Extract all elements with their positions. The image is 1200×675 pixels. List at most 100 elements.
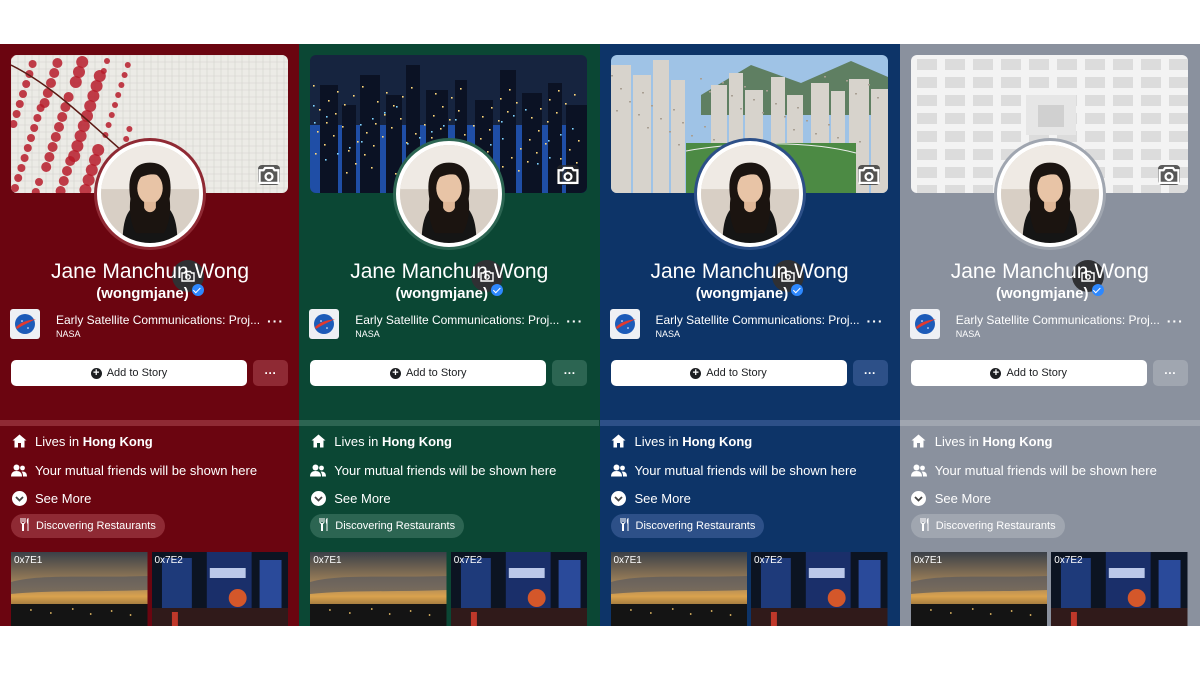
profile-panel-blue: Jane Manchun Wong (wongmjane) Early Sate… (599, 44, 900, 626)
profile-music[interactable]: Early Satellite Communications: Proj... … (909, 309, 1190, 341)
lives-in-row[interactable]: Lives in Hong Kong (911, 433, 1053, 449)
avatar[interactable] (696, 141, 803, 247)
add-to-story-label: Add to Story (405, 367, 467, 379)
add-to-story-button[interactable]: + Add to Story (610, 360, 847, 386)
hobby-chip[interactable]: Discovering Restaurants (910, 514, 1065, 538)
verified-badge-icon (191, 284, 204, 296)
lives-in-city: Hong Kong (82, 433, 153, 449)
lives-in-row[interactable]: Lives in Hong Kong (611, 433, 753, 449)
profile-name: Jane Manchun Wong (50, 260, 250, 283)
home-icon (611, 433, 627, 449)
see-more-button[interactable]: See More (11, 490, 91, 506)
cover-camera-icon[interactable] (557, 165, 580, 185)
chevron-down-icon (611, 490, 627, 506)
profile-name: Jane Manchun Wong (950, 260, 1149, 283)
profile-music[interactable]: Early Satellite Communications: Proj... … (10, 309, 290, 341)
see-more-label: See More (35, 490, 92, 506)
music-title: Early Satellite Communications: Proj... (655, 313, 860, 327)
section-divider (0, 420, 300, 426)
profile-more-button[interactable]: ··· (552, 360, 588, 386)
music-more-button[interactable]: ··· (267, 313, 284, 329)
mutual-friends-text: Your mutual friends will be shown here (934, 462, 1157, 478)
music-more-button[interactable]: ··· (566, 313, 583, 329)
nasa-logo (309, 309, 340, 339)
music-more-button[interactable]: ··· (1167, 313, 1184, 329)
photos-row: 0x7E1 0x7E2 (610, 552, 888, 626)
lives-in-row[interactable]: Lives in Hong Kong (11, 433, 153, 449)
photo-label: 0x7E2 (754, 555, 783, 566)
photos-row: 0x7E1 0x7E2 (910, 552, 1188, 626)
add-to-story-button[interactable]: + Add to Story (910, 360, 1147, 386)
lives-in-label: Lives in (634, 433, 683, 449)
plus-icon: + (690, 367, 702, 379)
photo-thumbnail[interactable]: 0x7E1 (610, 552, 747, 626)
mutual-friends-text: Your mutual friends will be shown here (634, 462, 857, 478)
profile-panel-green: Jane Manchun Wong (wongmjane) Early Sate… (299, 44, 600, 626)
photo-thumbnail[interactable]: 0x7E2 (450, 552, 588, 626)
photo-thumbnail[interactable]: 0x7E1 (310, 552, 447, 626)
add-to-story-label: Add to Story (1006, 367, 1068, 379)
see-more-button[interactable]: See More (911, 490, 991, 506)
profile-more-button[interactable]: ··· (253, 360, 288, 386)
see-more-button[interactable]: See More (310, 490, 391, 506)
avatar[interactable] (97, 141, 203, 247)
verified-badge-icon (1091, 284, 1104, 296)
lives-in-label: Lives in (35, 433, 83, 449)
cover-camera-icon[interactable] (857, 165, 880, 185)
add-to-story-button[interactable]: + Add to Story (11, 360, 247, 386)
photo-label: 0x7E2 (1054, 555, 1083, 566)
hobby-label: Discovering Restaurants (36, 520, 156, 532)
avatar[interactable] (396, 141, 503, 247)
utensils-icon (319, 518, 329, 534)
lives-in-row[interactable]: Lives in Hong Kong (310, 433, 452, 449)
see-more-label: See More (334, 490, 391, 506)
home-icon (310, 433, 326, 449)
nasa-logo (609, 309, 640, 339)
photo-label: 0x7E1 (14, 555, 43, 566)
photo-label: 0x7E1 (613, 555, 642, 566)
photo-label: 0x7E1 (913, 555, 943, 566)
photo-thumbnail[interactable]: 0x7E2 (151, 552, 288, 626)
verified-badge-icon (491, 284, 503, 296)
photo-thumbnail[interactable]: 0x7E1 (11, 552, 148, 626)
music-title: Early Satellite Communications: Proj... (56, 313, 261, 327)
nasa-logo (909, 309, 940, 339)
verified-badge-icon (791, 284, 804, 296)
mutual-friends-text: Your mutual friends will be shown here (35, 462, 258, 478)
add-to-story-label: Add to Story (106, 367, 168, 379)
photos-row: 0x7E1 0x7E2 (11, 552, 288, 626)
profile-handle: (wongmjane) (900, 284, 1200, 302)
profile-name: Jane Manchun Wong (650, 260, 849, 283)
profile-name: Jane Manchun Wong (350, 260, 549, 283)
profile-music[interactable]: Early Satellite Communications: Proj... … (309, 309, 589, 341)
hobby-chip[interactable]: Discovering Restaurants (610, 514, 765, 538)
section-divider (899, 420, 1200, 426)
hobby-chip[interactable]: Discovering Restaurants (11, 514, 165, 538)
photo-thumbnail[interactable]: 0x7E2 (751, 552, 888, 626)
avatar[interactable] (996, 141, 1103, 247)
cover-camera-icon[interactable] (258, 165, 280, 185)
photo-thumbnail[interactable]: 0x7E2 (1051, 552, 1188, 626)
lives-in-city: Hong Kong (682, 433, 753, 449)
music-more-button[interactable]: ··· (867, 313, 884, 329)
photo-label: 0x7E1 (313, 555, 342, 566)
profile-panel-grey: Jane Manchun Wong (wongmjane) Early Sate… (899, 44, 1200, 626)
photo-thumbnail[interactable]: 0x7E1 (910, 552, 1048, 626)
see-more-button[interactable]: See More (611, 490, 691, 506)
profile-music[interactable]: Early Satellite Communications: Proj... … (609, 309, 890, 341)
profile-handle: (wongmjane) (299, 284, 599, 302)
lives-in-label: Lives in (934, 433, 983, 449)
friends-icon (11, 462, 27, 478)
music-artist: NASA (56, 329, 81, 339)
music-title: Early Satellite Communications: Proj... (355, 313, 560, 327)
photo-label: 0x7E2 (154, 555, 183, 566)
mutual-friends-row: Your mutual friends will be shown here (11, 462, 257, 478)
profile-handle: (wongmjane) (600, 284, 900, 302)
hobby-chip[interactable]: Discovering Restaurants (310, 514, 465, 538)
cover-camera-icon[interactable] (1157, 165, 1180, 185)
utensils-icon (920, 518, 930, 534)
profile-more-button[interactable]: ··· (852, 360, 888, 386)
profile-more-button[interactable]: ··· (1152, 360, 1188, 386)
add-to-story-button[interactable]: + Add to Story (310, 360, 547, 386)
profile-handle: (wongmjane) (0, 284, 299, 302)
